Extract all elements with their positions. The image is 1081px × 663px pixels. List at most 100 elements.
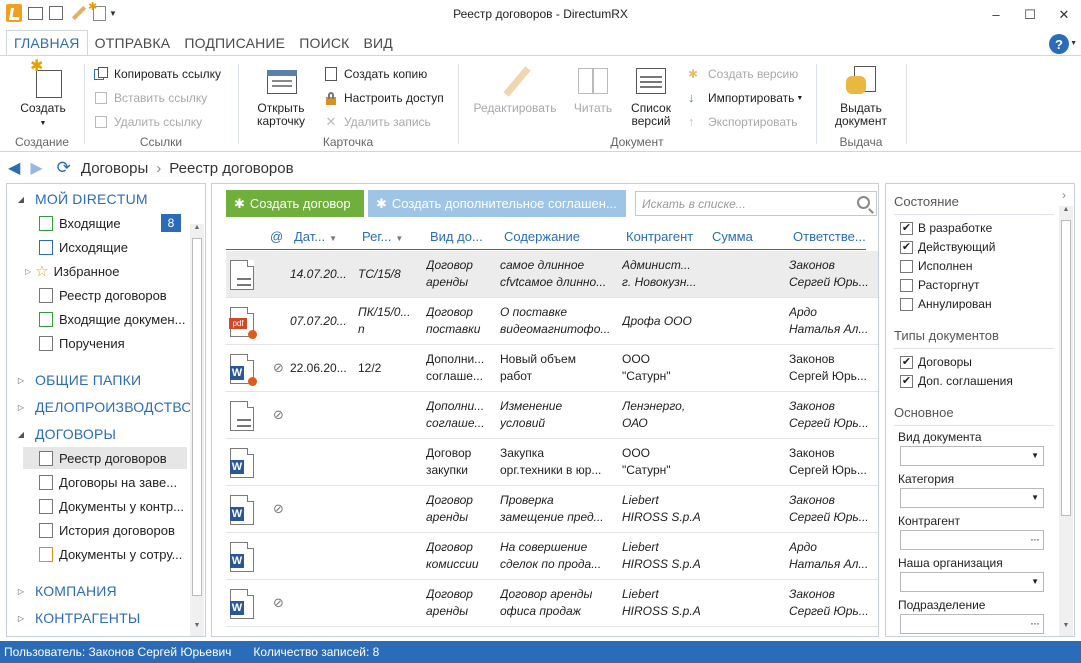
scroll-down-icon[interactable]: ▼ xyxy=(1059,622,1073,634)
column-content[interactable]: Содержание xyxy=(504,229,580,244)
scroll-down-icon[interactable]: ▼ xyxy=(190,622,204,634)
tab-main[interactable]: ГЛАВНАЯ xyxy=(6,30,88,56)
tree-group-records[interactable]: ▷ ДЕЛОПРОИЗВОДСТВО xyxy=(15,396,193,418)
copy-link-button[interactable]: Копировать ссылку xyxy=(94,64,221,84)
tree-group-shared-folders[interactable]: ▷ ОБЩИЕ ПАПКИ xyxy=(15,369,141,391)
tree-item-favorites[interactable]: ▷ ☆ Избранное xyxy=(25,260,120,282)
tab-view[interactable]: ВИД xyxy=(357,30,400,56)
filter-state-checkbox[interactable]: Исполнен xyxy=(900,258,972,274)
create-copy-button[interactable]: Создать копию xyxy=(324,64,427,84)
collapse-panel-icon[interactable]: › xyxy=(1062,188,1066,202)
checkbox-icon[interactable] xyxy=(900,259,913,273)
paste-link-button[interactable]: Вставить ссылку xyxy=(94,88,207,108)
column-attachment[interactable]: @ xyxy=(270,229,283,244)
create-contract-button[interactable]: ✱ Создать договор xyxy=(226,190,364,217)
filter-lookup-field[interactable]: ··· xyxy=(900,614,1044,634)
chevron-down-icon[interactable]: ▼ xyxy=(1031,493,1039,502)
tree-group-counterparties[interactable]: ▷ КОНТРАГЕНТЫ xyxy=(15,607,140,629)
scrollbar-thumb[interactable] xyxy=(192,238,202,596)
scroll-up-icon[interactable]: ▲ xyxy=(190,224,204,236)
column-doc-kind[interactable]: Вид до... xyxy=(430,229,483,244)
delete-link-button[interactable]: Удалить ссылку xyxy=(94,112,202,132)
tree-group-my-directum[interactable]: ◢ МОЙ DIRECTUM xyxy=(15,188,148,210)
tree-item-incoming-docs[interactable]: Входящие докумен... xyxy=(39,308,185,330)
help-icon[interactable]: ? xyxy=(1049,34,1069,54)
close-button[interactable]: ✕ xyxy=(1047,0,1081,29)
edit-button[interactable]: Редактировать xyxy=(472,64,558,115)
setup-access-button[interactable]: Настроить доступ xyxy=(324,88,444,108)
scrollbar-thumb[interactable] xyxy=(1061,220,1071,516)
filter-dropdown[interactable]: ▼ xyxy=(900,446,1044,466)
tree-item-outbox[interactable]: Исходящие xyxy=(39,236,128,258)
filter-state-checkbox[interactable]: ✔ Действующий xyxy=(900,239,995,255)
table-row[interactable]: W ⊘ 22.06.20... 12/2 Дополни... соглаше... Нов… xyxy=(226,345,878,392)
tree-item-assignments[interactable]: Поручения xyxy=(39,332,125,354)
maximize-button[interactable]: ☐ xyxy=(1013,0,1047,29)
expand-icon[interactable]: ▷ xyxy=(15,614,27,623)
read-button[interactable]: Читать xyxy=(568,64,618,115)
tab-search[interactable]: ПОИСК xyxy=(292,30,356,56)
checkbox-icon[interactable]: ✔ xyxy=(900,355,913,369)
table-row[interactable]: 14.07.20... ТС/15/8 Договор аренды самое дли… xyxy=(226,251,878,298)
chevron-down-icon[interactable]: ▼ xyxy=(1031,451,1039,460)
import-button[interactable]: ↓ Импортировать ▼ xyxy=(688,88,803,108)
expand-icon[interactable]: ▷ xyxy=(25,267,31,276)
column-responsible[interactable]: Ответстве... xyxy=(793,229,866,244)
tree-item-c-registry[interactable]: Реестр договоров xyxy=(23,447,187,469)
table-row[interactable]: W Договор комиссии На совершение сделок по п… xyxy=(226,533,878,580)
expand-icon[interactable]: ▷ xyxy=(15,403,27,412)
search-icon[interactable] xyxy=(857,196,870,209)
filter-type-checkbox[interactable]: ✔ Договоры xyxy=(900,354,972,370)
create-supplement-button[interactable]: ✱ Создать дополнительное соглашен... xyxy=(368,190,626,217)
tree-group-company[interactable]: ▷ КОМПАНИЯ xyxy=(15,580,117,602)
filter-state-checkbox[interactable]: ✔ В разработке xyxy=(900,220,992,236)
collapse-icon[interactable]: ◢ xyxy=(15,430,27,439)
checkbox-icon[interactable] xyxy=(900,297,913,311)
checkbox-icon[interactable] xyxy=(900,278,913,292)
column-reg-number[interactable]: Рег... ▼ xyxy=(362,229,403,244)
table-row[interactable]: W Договор закупки Закупка орг.техники в юр..… xyxy=(226,439,878,486)
search-input[interactable]: Искать в списке... xyxy=(635,191,877,216)
filter-type-checkbox[interactable]: ✔ Доп. соглашения xyxy=(900,373,1013,389)
expand-icon[interactable]: ▷ xyxy=(15,376,27,385)
filter-state-checkbox[interactable]: Расторгнут xyxy=(900,277,980,293)
ellipsis-icon[interactable]: ··· xyxy=(1030,532,1040,546)
column-counterparty[interactable]: Контрагент xyxy=(626,229,693,244)
tree-scrollbar[interactable]: ▲ ▼ xyxy=(190,224,204,636)
checkbox-icon[interactable]: ✔ xyxy=(900,374,913,388)
create-button[interactable]: ✱ Создать ▼ xyxy=(18,59,68,130)
refresh-icon[interactable]: ⟳ xyxy=(57,158,71,178)
tree-item-contracts-registry[interactable]: Реестр договоров xyxy=(39,284,167,306)
issue-document-button[interactable]: Выдать документ xyxy=(830,64,892,128)
tree-item-c-control[interactable]: Документы у контр... xyxy=(39,495,184,517)
collapse-icon[interactable]: ◢ xyxy=(15,195,27,204)
forward-arrow-icon[interactable]: ▶ xyxy=(30,158,42,178)
scroll-up-icon[interactable]: ▲ xyxy=(1059,206,1073,218)
tab-send[interactable]: ОТПРАВКА xyxy=(88,30,178,56)
chevron-down-icon[interactable]: ▼ xyxy=(1070,40,1077,47)
versions-list-button[interactable]: Список версий xyxy=(626,64,676,128)
tree-item-c-approval[interactable]: Договоры на заве... xyxy=(39,471,177,493)
tree-item-c-history[interactable]: История договоров xyxy=(39,519,175,541)
table-row[interactable]: ⊘ Дополни... соглаше... Изменение условий Лен… xyxy=(226,392,878,439)
chevron-down-icon[interactable]: ▼ xyxy=(1031,577,1039,586)
table-row[interactable]: W ⊘ Договор аренды Проверка замещение пред...… xyxy=(226,486,878,533)
checkbox-icon[interactable]: ✔ xyxy=(900,221,913,235)
breadcrumb-item[interactable]: Договоры xyxy=(81,160,148,177)
create-version-button[interactable]: ✱ Создать версию xyxy=(688,64,798,84)
table-row[interactable]: pdf 07.07.20... ПК/15/0... n Договор поставки… xyxy=(226,298,878,345)
back-arrow-icon[interactable]: ◀ xyxy=(8,158,20,178)
filter-dropdown[interactable]: ▼ xyxy=(900,572,1044,592)
tree-group-contracts[interactable]: ◢ ДОГОВОРЫ xyxy=(15,423,116,445)
minimize-button[interactable]: – xyxy=(979,0,1013,29)
open-card-button[interactable]: Открыть карточку xyxy=(252,64,310,128)
filter-lookup-field[interactable]: ··· xyxy=(900,530,1044,550)
tab-sign[interactable]: ПОДПИСАНИЕ xyxy=(177,30,292,56)
ellipsis-icon[interactable]: ··· xyxy=(1030,616,1040,630)
filter-state-checkbox[interactable]: Аннулирован xyxy=(900,296,992,312)
filter-scrollbar[interactable]: ▲ ▼ xyxy=(1059,206,1073,636)
export-button[interactable]: ↑ Экспортировать xyxy=(688,112,798,132)
filter-dropdown[interactable]: ▼ xyxy=(900,488,1044,508)
column-amount[interactable]: Сумма xyxy=(712,229,753,244)
checkbox-icon[interactable]: ✔ xyxy=(900,240,913,254)
